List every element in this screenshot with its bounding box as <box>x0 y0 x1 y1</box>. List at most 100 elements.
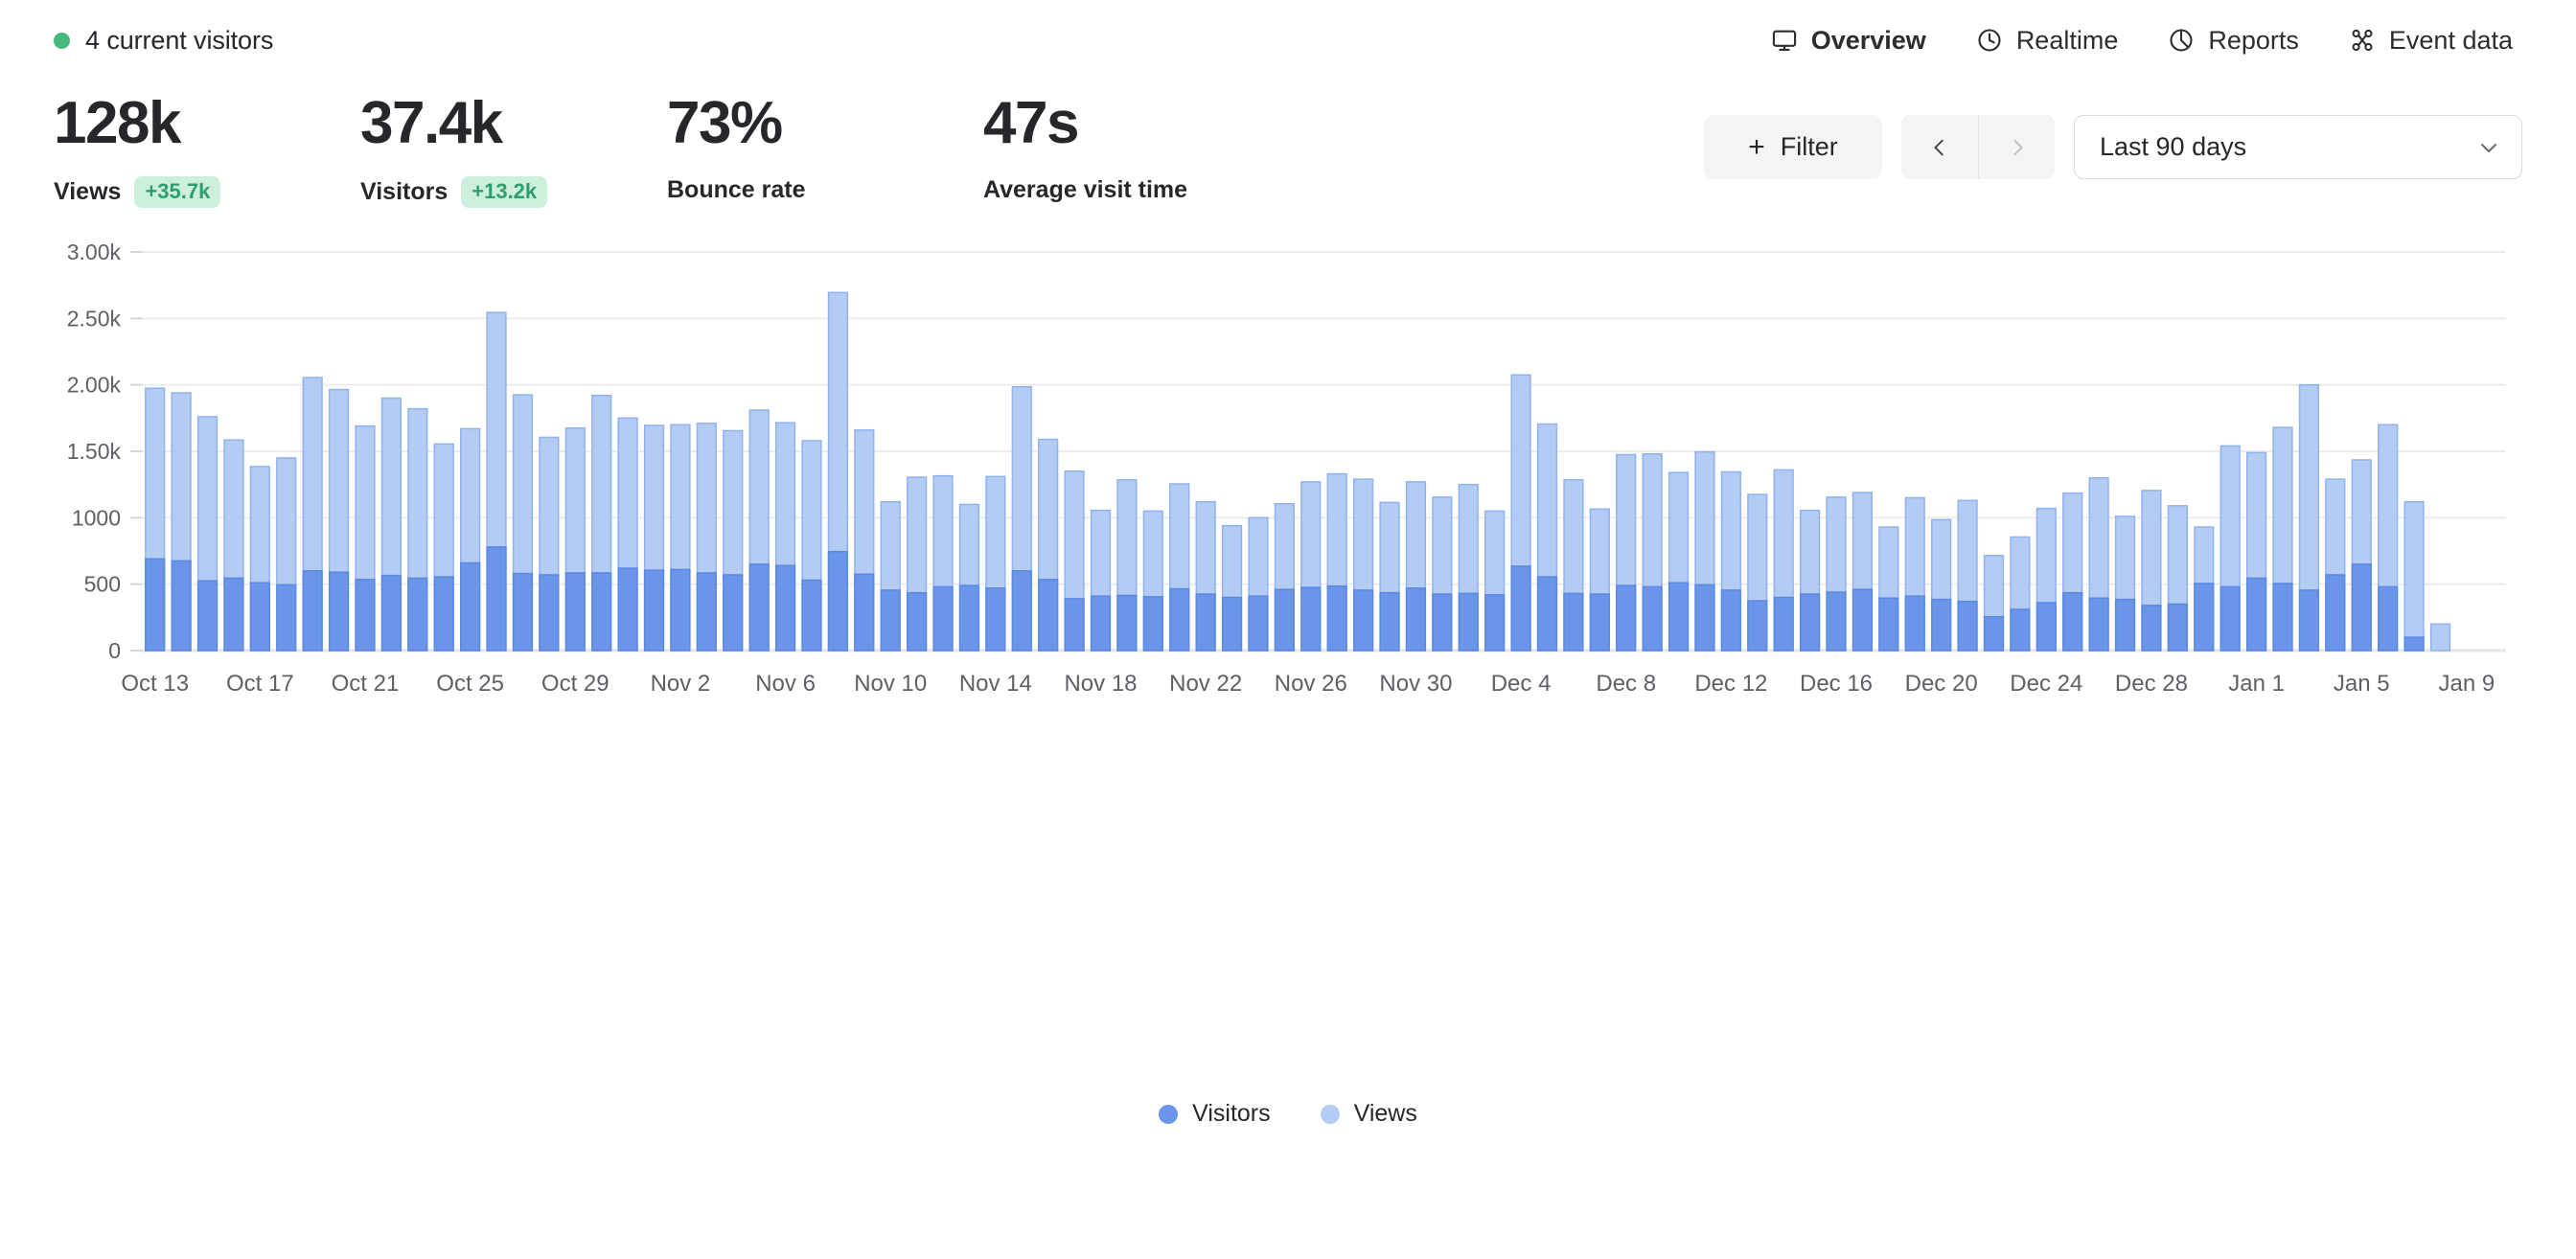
bar-visitors[interactable] <box>1352 589 1374 652</box>
legend-item-visitors[interactable]: Visitors <box>1159 1100 1271 1128</box>
bar-visitors[interactable] <box>2220 585 2241 652</box>
bar-visitors[interactable] <box>145 558 166 652</box>
bar-visitors[interactable] <box>1405 587 1427 652</box>
bar-visitors[interactable] <box>1773 596 1794 652</box>
bar-visitors[interactable] <box>2404 636 2425 652</box>
bar-visitors[interactable] <box>1852 588 1874 652</box>
bar-visitors[interactable] <box>1379 591 1400 652</box>
bar-visitors[interactable] <box>2272 583 2293 652</box>
tab-realtime[interactable]: Realtime <box>1976 26 2118 56</box>
bar-visitors[interactable] <box>670 568 691 652</box>
bar-visitors[interactable] <box>1904 595 1925 652</box>
next-period-button[interactable] <box>1978 115 2055 179</box>
bar-visitors[interactable] <box>1090 595 1112 652</box>
bar-visitors[interactable] <box>1326 584 1347 652</box>
bar-visitors[interactable] <box>407 577 428 652</box>
bar-visitors[interactable] <box>1747 600 1768 652</box>
bar-visitors[interactable] <box>1878 597 1899 652</box>
bar-visitors[interactable] <box>774 564 796 652</box>
bar-visitors[interactable] <box>958 584 980 652</box>
bar-visitors[interactable] <box>2245 577 2267 652</box>
bar-visitors[interactable] <box>1983 615 2005 652</box>
bar-visitors[interactable] <box>643 569 665 652</box>
bar-visitors[interactable] <box>1274 588 1296 652</box>
bar-visitors[interactable] <box>1484 594 1506 652</box>
bar-visitors[interactable] <box>1432 593 1453 652</box>
bar-visitors[interactable] <box>1011 570 1032 652</box>
legend-item-views[interactable]: Views <box>1320 1100 1417 1128</box>
bar-visitors[interactable] <box>2325 574 2346 652</box>
bar-visitors[interactable] <box>1300 586 1322 652</box>
bar-visitors[interactable] <box>2298 589 2320 652</box>
bar-visitors[interactable] <box>723 574 744 652</box>
bar-visitors[interactable] <box>2088 597 2109 652</box>
bar-visitors[interactable] <box>249 582 270 652</box>
bar-views[interactable] <box>2404 500 2425 652</box>
bar-visitors[interactable] <box>1248 595 1269 652</box>
bar-visitors[interactable] <box>171 560 192 652</box>
bar-visitors[interactable] <box>932 585 954 652</box>
bar-visitors[interactable] <box>539 574 560 652</box>
bar-visitors[interactable] <box>1616 584 1637 652</box>
bar-visitors[interactable] <box>223 577 244 652</box>
bar-visitors[interactable] <box>1563 592 1584 652</box>
bar-visitors[interactable] <box>2010 608 2031 652</box>
bar-visitors[interactable] <box>1931 598 1952 652</box>
bar-visitors[interactable] <box>1142 596 1163 652</box>
bar-visitors[interactable] <box>433 576 454 652</box>
bar-visitors[interactable] <box>1799 593 1821 652</box>
bar-visitors[interactable] <box>2036 602 2057 652</box>
bar-visitors[interactable] <box>2114 598 2136 652</box>
bar-visitors[interactable] <box>460 561 481 652</box>
tab-overview[interactable]: Overview <box>1771 26 1926 56</box>
tab-reports[interactable]: Reports <box>2168 26 2299 56</box>
bar-visitors[interactable] <box>355 579 376 652</box>
bar-visitors[interactable] <box>1720 589 1741 652</box>
bar-visitors[interactable] <box>302 570 323 652</box>
tab-event-data[interactable]: Event data <box>2349 26 2513 56</box>
bar-visitors[interactable] <box>1536 576 1558 652</box>
bar-visitors[interactable] <box>696 572 717 652</box>
bar-visitors[interactable] <box>2378 585 2399 652</box>
bar-visitors[interactable] <box>2194 583 2215 652</box>
bar-views[interactable] <box>2429 623 2451 652</box>
bar-visitors[interactable] <box>512 572 534 652</box>
bar-visitors[interactable] <box>1694 584 1715 652</box>
bar-visitors[interactable] <box>907 591 928 652</box>
bar-visitors[interactable] <box>880 589 901 652</box>
bar-visitors[interactable] <box>486 546 507 652</box>
bar-visitors[interactable] <box>1510 565 1531 652</box>
bar-visitors[interactable] <box>2062 591 2083 652</box>
bar-visitors[interactable] <box>1826 591 1847 652</box>
date-range-select[interactable]: Last 90 days <box>2074 115 2522 179</box>
bar-visitors[interactable] <box>591 572 612 652</box>
bar-visitors[interactable] <box>1221 596 1243 652</box>
bar-visitors[interactable] <box>2167 603 2188 652</box>
bar-visitors[interactable] <box>748 563 770 652</box>
filter-button[interactable]: + Filter <box>1704 115 1882 179</box>
bar-visitors[interactable] <box>2351 563 2372 652</box>
bar-visitors[interactable] <box>564 572 586 652</box>
bar-visitors[interactable] <box>827 550 849 652</box>
previous-period-button[interactable] <box>1901 115 1978 179</box>
bar-visitors[interactable] <box>2141 605 2162 652</box>
bar-visitors[interactable] <box>1116 594 1138 652</box>
bar-visitors[interactable] <box>276 584 297 652</box>
bar-visitors[interactable] <box>985 587 1006 652</box>
bar-visitors[interactable] <box>1668 582 1690 652</box>
bar-visitors[interactable] <box>1589 593 1610 652</box>
bar-visitors[interactable] <box>1064 598 1085 652</box>
bar-visitors[interactable] <box>1957 600 1978 652</box>
chart-canvas[interactable]: 050010001.50k2.00k2.50k3.00k Oct 13 Oct 1… <box>0 235 2576 1155</box>
bar-visitors[interactable] <box>854 573 875 652</box>
bar-visitors[interactable] <box>1642 585 1663 652</box>
bar-visitors[interactable] <box>617 567 638 652</box>
bar-visitors[interactable] <box>1458 592 1479 652</box>
bar-visitors[interactable] <box>196 580 218 652</box>
bar-visitors[interactable] <box>1038 579 1059 652</box>
bar-visitors[interactable] <box>380 574 402 652</box>
bar-visitors[interactable] <box>328 571 350 652</box>
bar-visitors[interactable] <box>1169 587 1190 652</box>
bar-visitors[interactable] <box>1195 593 1216 652</box>
bar-visitors[interactable] <box>801 579 822 652</box>
